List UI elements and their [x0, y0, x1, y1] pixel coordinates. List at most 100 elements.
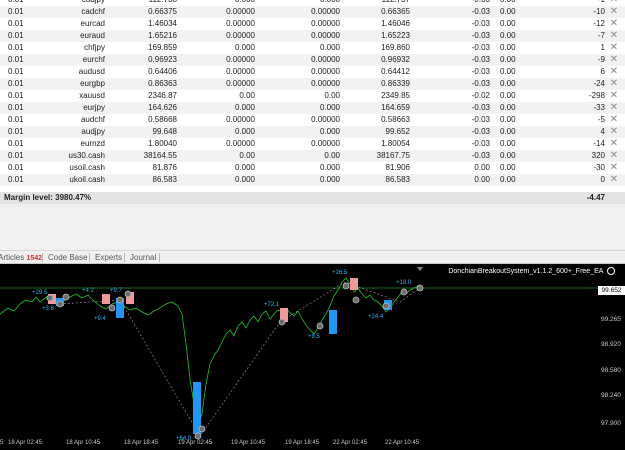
table-row[interactable]: 0.01 audchf 0.58668 0.00000 0.00000 0.58663 -0… [0, 114, 625, 126]
commission-cell: 0.00 [500, 151, 516, 160]
trade-marker[interactable] [198, 425, 206, 433]
table-row[interactable]: 0.01 eurnzd 1.80040 0.00000 0.00000 1.80054 -0… [0, 138, 625, 150]
trade-profit-label: +26.5 [332, 270, 348, 276]
table-row[interactable]: 0.01 ukoil.cash 86.583 0.000 0.000 86.583 0.00… [0, 174, 625, 186]
swap-cell: -0.03 [471, 55, 490, 64]
volume-cell: 0.01 [8, 115, 24, 124]
trade-marker[interactable] [382, 302, 390, 310]
table-row[interactable]: 0.01 eurjpy 164.626 0.000 0.000 164.659 -0.03 0… [0, 102, 625, 114]
current-price-cell: 99.652 [385, 127, 410, 136]
commission-cell: 0.00 [500, 103, 516, 112]
symbol-cell: audjpy [81, 127, 105, 136]
close-position-icon[interactable]: ✕ [609, 18, 619, 30]
swap-cell: 0.00 [474, 163, 490, 172]
open-price-cell: 81.876 [152, 163, 177, 172]
trade-marker[interactable] [342, 282, 350, 290]
close-position-icon[interactable]: ✕ [609, 150, 619, 162]
trade-marker[interactable] [116, 296, 124, 304]
volume-cell: 0.01 [8, 103, 24, 112]
table-row[interactable]: 0.01 audusd 0.64406 0.00000 0.00000 0.64412 -0… [0, 66, 625, 78]
price-chart[interactable]: +29.5 +3.8 +4.2 +9.4 +9.7 +72.1 +8.5 +26.5 +24.4… [0, 264, 625, 450]
close-position-icon[interactable]: ✕ [609, 102, 619, 114]
tab-journal[interactable]: Journal [130, 251, 156, 264]
table-row[interactable]: 0.01 cadchf 0.66375 0.00000 0.00000 0.66365 -0… [0, 6, 625, 18]
close-position-icon[interactable]: ✕ [609, 54, 619, 66]
table-row[interactable]: 0.01 eurgbp 0.86363 0.00000 0.00000 0.86339 -0… [0, 78, 625, 90]
take-profit-cell: 0.00000 [311, 139, 340, 148]
trade-marker[interactable] [124, 290, 132, 298]
tab-code-base[interactable]: Code Base [48, 251, 88, 264]
take-profit-cell: 0.00000 [311, 67, 340, 76]
open-price-cell: 99.648 [152, 127, 177, 136]
close-position-icon[interactable]: ✕ [609, 30, 619, 42]
tab-divider [159, 253, 160, 262]
stop-loss-cell: 0.000 [234, 103, 255, 112]
close-position-icon[interactable]: ✕ [609, 90, 619, 102]
symbol-cell: eurchf [82, 55, 105, 64]
table-row[interactable]: 0.01 xauusd 2346.87 0.00 0.00 2349.85 -0.02 0.0… [0, 90, 625, 102]
time-tick: 18 Apr 02:45 [8, 440, 43, 446]
take-profit-cell: 0.00 [324, 91, 340, 100]
trade-marker[interactable] [46, 294, 54, 302]
table-row[interactable]: 0.01 us30.cash 38164.55 0.00 0.00 38167.75 -0.… [0, 150, 625, 162]
bearish-candle [350, 278, 358, 290]
time-tick: 22 Apr 10:45 [385, 440, 420, 446]
trade-marker[interactable] [278, 318, 286, 326]
close-position-icon[interactable]: ✕ [609, 174, 619, 186]
close-position-icon[interactable]: ✕ [609, 114, 619, 126]
table-row[interactable]: 0.01 eurcad 1.46034 0.00000 0.00000 1.46046 -0… [0, 18, 625, 30]
margin-level-label: Margin level: 3980.47% [4, 193, 92, 202]
swap-cell: -0.03 [471, 139, 490, 148]
current-price-cell: 169.860 [381, 43, 410, 52]
trade-marker[interactable] [108, 304, 116, 312]
commission-cell: 0.00 [500, 19, 516, 28]
trade-marker[interactable] [194, 432, 202, 440]
price-tick: 99.265 [601, 316, 621, 323]
tab-articles[interactable]: Articles 1542 [0, 251, 42, 264]
volume-cell: 0.01 [8, 151, 24, 160]
current-price-cell: 1.46046 [381, 19, 410, 28]
take-profit-cell: 0.00000 [311, 19, 340, 28]
trade-marker[interactable] [352, 296, 360, 304]
empty-panel-area [0, 204, 625, 250]
profit-cell: -5 [597, 115, 605, 124]
stop-loss-cell: 0.000 [234, 175, 255, 184]
table-row[interactable]: 0.01 eurchf 0.96923 0.00000 0.00000 0.96932 -0… [0, 54, 625, 66]
current-price-cell: 1.65223 [381, 31, 410, 40]
expert-advisor-label[interactable]: DonchianBreakoutSystem_v1.1.2_600+_Free_… [448, 267, 615, 275]
trade-marker[interactable] [62, 293, 70, 301]
chart-canvas[interactable]: +29.5 +3.8 +4.2 +9.4 +9.7 +72.1 +8.5 +26.5 +24.4… [0, 264, 625, 450]
table-row[interactable]: 0.01 usoil.cash 81.876 0.000 0.000 81.906 0.00… [0, 162, 625, 174]
table-row[interactable]: 0.01 audjpy 99.648 0.000 0.000 99.652 -0.03 0.0… [0, 126, 625, 138]
table-row[interactable]: 0.01 euraud 1.65216 0.00000 0.00000 1.65223 -0… [0, 30, 625, 42]
close-position-icon[interactable]: ✕ [609, 126, 619, 138]
tab-experts[interactable]: Experts [95, 251, 122, 264]
tab-label: Experts [95, 253, 123, 262]
symbol-cell: eurnzd [80, 139, 105, 148]
close-position-icon[interactable]: ✕ [609, 162, 619, 174]
trade-profit-label: +4.2 [82, 288, 95, 294]
trade-marker[interactable] [416, 284, 424, 292]
close-position-icon[interactable]: ✕ [609, 6, 619, 18]
volume-cell: 0.01 [8, 7, 24, 16]
close-position-icon[interactable]: ✕ [609, 66, 619, 78]
open-price-cell: 0.96923 [148, 55, 177, 64]
trade-marker[interactable] [400, 288, 408, 296]
ea-name: DonchianBreakoutSystem_v1.1.2_600+_Free_… [448, 267, 604, 275]
current-price-cell: 1.80054 [381, 139, 410, 148]
close-position-icon[interactable]: ✕ [609, 78, 619, 90]
symbol-cell: chfjpy [84, 43, 105, 52]
symbol-cell: euraud [80, 31, 105, 40]
trade-marker[interactable] [316, 322, 324, 330]
time-tick: 19 Apr 18:45 [285, 440, 320, 446]
stop-loss-cell: 0.00000 [226, 67, 255, 76]
commission-cell: 0.00 [500, 91, 516, 100]
stop-loss-cell: 0.000 [234, 163, 255, 172]
trade-marker[interactable] [56, 300, 64, 308]
swap-cell: -0.03 [471, 115, 490, 124]
table-row[interactable]: 0.01 chfjpy 169.859 0.000 0.000 169.860 -0.03 0… [0, 42, 625, 54]
open-price-cell: 169.859 [148, 43, 177, 52]
close-position-icon[interactable]: ✕ [609, 42, 619, 54]
swap-cell: -0.03 [471, 19, 490, 28]
close-position-icon[interactable]: ✕ [609, 138, 619, 150]
